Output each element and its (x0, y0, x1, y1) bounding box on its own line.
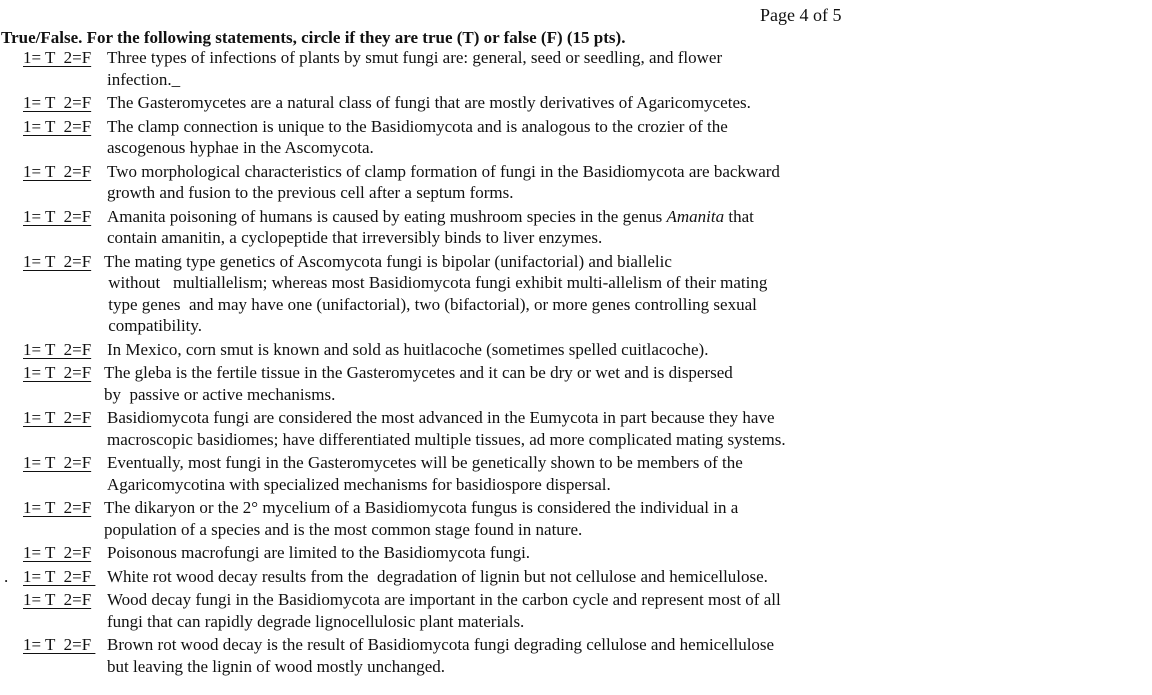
statement-text: White rot wood decay results from the de… (0, 566, 900, 588)
statement-text: Two morphological characteristics of cla… (0, 161, 900, 204)
statement-line: Amanita poisoning of humans is caused by… (107, 206, 754, 226)
statement-text: Brown rot wood decay is the result of Ba… (0, 634, 900, 677)
statement-line: The dikaryon or the 2° mycelium of a Bas… (104, 498, 739, 517)
answer-choice[interactable]: 1= T 2=F (23, 589, 91, 611)
answer-choice[interactable]: 1= T 2=F (23, 206, 91, 228)
question-item: 1= T 2=F Wood decay fungi in the Basidiom… (0, 589, 900, 632)
statement-line: In Mexico, corn smut is known and sold a… (107, 339, 709, 359)
statement-line: Agaricomycotina with specialized mechani… (107, 474, 611, 494)
question-list: 1= T 2=F Three types of infections of pla… (0, 47, 900, 679)
question-item: 1= T 2=F Brown rot wood decay is the res… (0, 634, 900, 677)
statement-text: Amanita poisoning of humans is caused by… (0, 206, 900, 249)
statement-line: Basidiomycota fungi are considered the m… (107, 408, 775, 427)
item-marker: . (4, 566, 9, 586)
answer-choice[interactable]: 1= T 2=F (23, 497, 91, 519)
statement-line: macroscopic basidiomes; have differentia… (107, 429, 786, 449)
statement-line: population of a species and is the most … (104, 519, 583, 539)
statement-line: type genes and may have one (unifactoria… (104, 294, 757, 314)
statement-text: Eventually, most fungi in the Gasteromyc… (0, 452, 900, 495)
question-item: 1= T 2=F Amanita poisoning of humans is c… (0, 206, 900, 249)
statement-line: infection._ (107, 69, 181, 89)
answer-choice[interactable]: 1= T 2=F (23, 47, 91, 69)
statement-line: Three types of infections of plants by s… (107, 48, 723, 67)
statement-text: The mating type genetics of Ascomycota f… (0, 251, 900, 337)
question-item: 1= T 2=F In Mexico, corn smut is known an… (0, 339, 900, 361)
statement-line: Wood decay fungi in the Basidiomycota ar… (107, 590, 781, 609)
statement-text: Basidiomycota fungi are considered the m… (0, 407, 900, 450)
statement-text: The gleba is the fertile tissue in the G… (0, 362, 900, 405)
answer-choice[interactable]: 1= T 2=F (23, 116, 91, 138)
section-instructions: True/False. For the following statements… (1, 28, 626, 47)
answer-choice[interactable]: 1= T 2=F (23, 566, 95, 588)
question-item: 1= T 2=F The dikaryon or the 2° mycelium … (0, 497, 900, 540)
statement-text: In Mexico, corn smut is known and sold a… (0, 339, 900, 361)
statement-text: The dikaryon or the 2° mycelium of a Bas… (0, 497, 900, 540)
question-item: 1= T 2=F Basidiomycota fungi are consider… (0, 407, 900, 450)
statement-text: Wood decay fungi in the Basidiomycota ar… (0, 589, 900, 632)
answer-choice[interactable]: 1= T 2=F (23, 634, 95, 656)
question-item: 1= T 2=F Eventually, most fungi in the Ga… (0, 452, 900, 495)
question-item: 1= T 2=F Three types of infections of pla… (0, 47, 900, 90)
question-item: 1= T 2=F The clamp connection is unique t… (0, 116, 900, 159)
answer-choice[interactable]: 1= T 2=F (23, 251, 91, 273)
answer-choice[interactable]: 1= T 2=F (23, 452, 91, 474)
statement-line: Two morphological characteristics of cla… (107, 161, 780, 181)
answer-choice[interactable]: 1= T 2=F (23, 542, 91, 564)
statement-line: compatibility. (104, 316, 203, 335)
question-item: 1= T 2=F The mating type genetics of Asco… (0, 251, 900, 337)
question-item: 1= T 2=F Poisonous macrofungi are limited… (0, 542, 900, 564)
statement-line: contain amanitin, a cyclopeptide that ir… (107, 228, 603, 247)
statement-text: Three types of infections of plants by s… (0, 47, 900, 90)
statement-line: Poisonous macrofungi are limited to the … (107, 543, 531, 562)
statement-line: The Gasteromycetes are a natural class o… (107, 93, 751, 112)
question-item: 1= T 2=F Two morphological characteristic… (0, 161, 900, 204)
statement-line: but leaving the lignin of wood mostly un… (107, 656, 446, 676)
statement-line: The gleba is the fertile tissue in the G… (104, 363, 733, 382)
statement-line: ascogenous hyphae in the Ascomycota. (107, 138, 374, 157)
answer-choice[interactable]: 1= T 2=F (23, 407, 91, 429)
answer-choice[interactable]: 1= T 2=F (23, 362, 91, 384)
statement-text: The clamp connection is unique to the Ba… (0, 116, 900, 159)
statement-line: growth and fusion to the previous cell a… (107, 183, 514, 202)
statement-line: Brown rot wood decay is the result of Ba… (107, 635, 775, 654)
answer-choice[interactable]: 1= T 2=F (23, 161, 91, 183)
page-number: Page 4 of 5 (760, 5, 842, 25)
statement-line: Eventually, most fungi in the Gasteromyc… (107, 453, 743, 472)
italic-genus: Amanita (666, 206, 725, 226)
question-item: 1= T 2=F The Gasteromycetes are a natural… (0, 92, 900, 114)
statement-line: White rot wood decay results from the de… (107, 566, 768, 586)
statement-line: fungi that can rapidly degrade lignocell… (107, 611, 525, 631)
statement-text: The Gasteromycetes are a natural class o… (0, 92, 900, 114)
statement-text: Poisonous macrofungi are limited to the … (0, 542, 900, 564)
statement-line: The clamp connection is unique to the Ba… (107, 116, 728, 136)
statement-line: by passive or active mechanisms. (104, 384, 336, 404)
answer-choice[interactable]: 1= T 2=F (23, 92, 91, 114)
statement-line: The mating type genetics of Ascomycota f… (104, 251, 672, 271)
statement-line: without multiallelism; whereas most Basi… (104, 273, 768, 292)
question-item: 1= T 2=F The gleba is the fertile tissue … (0, 362, 900, 405)
answer-choice[interactable]: 1= T 2=F (23, 339, 91, 361)
question-item: . 1= T 2=F White rot wood decay results f… (0, 566, 900, 588)
